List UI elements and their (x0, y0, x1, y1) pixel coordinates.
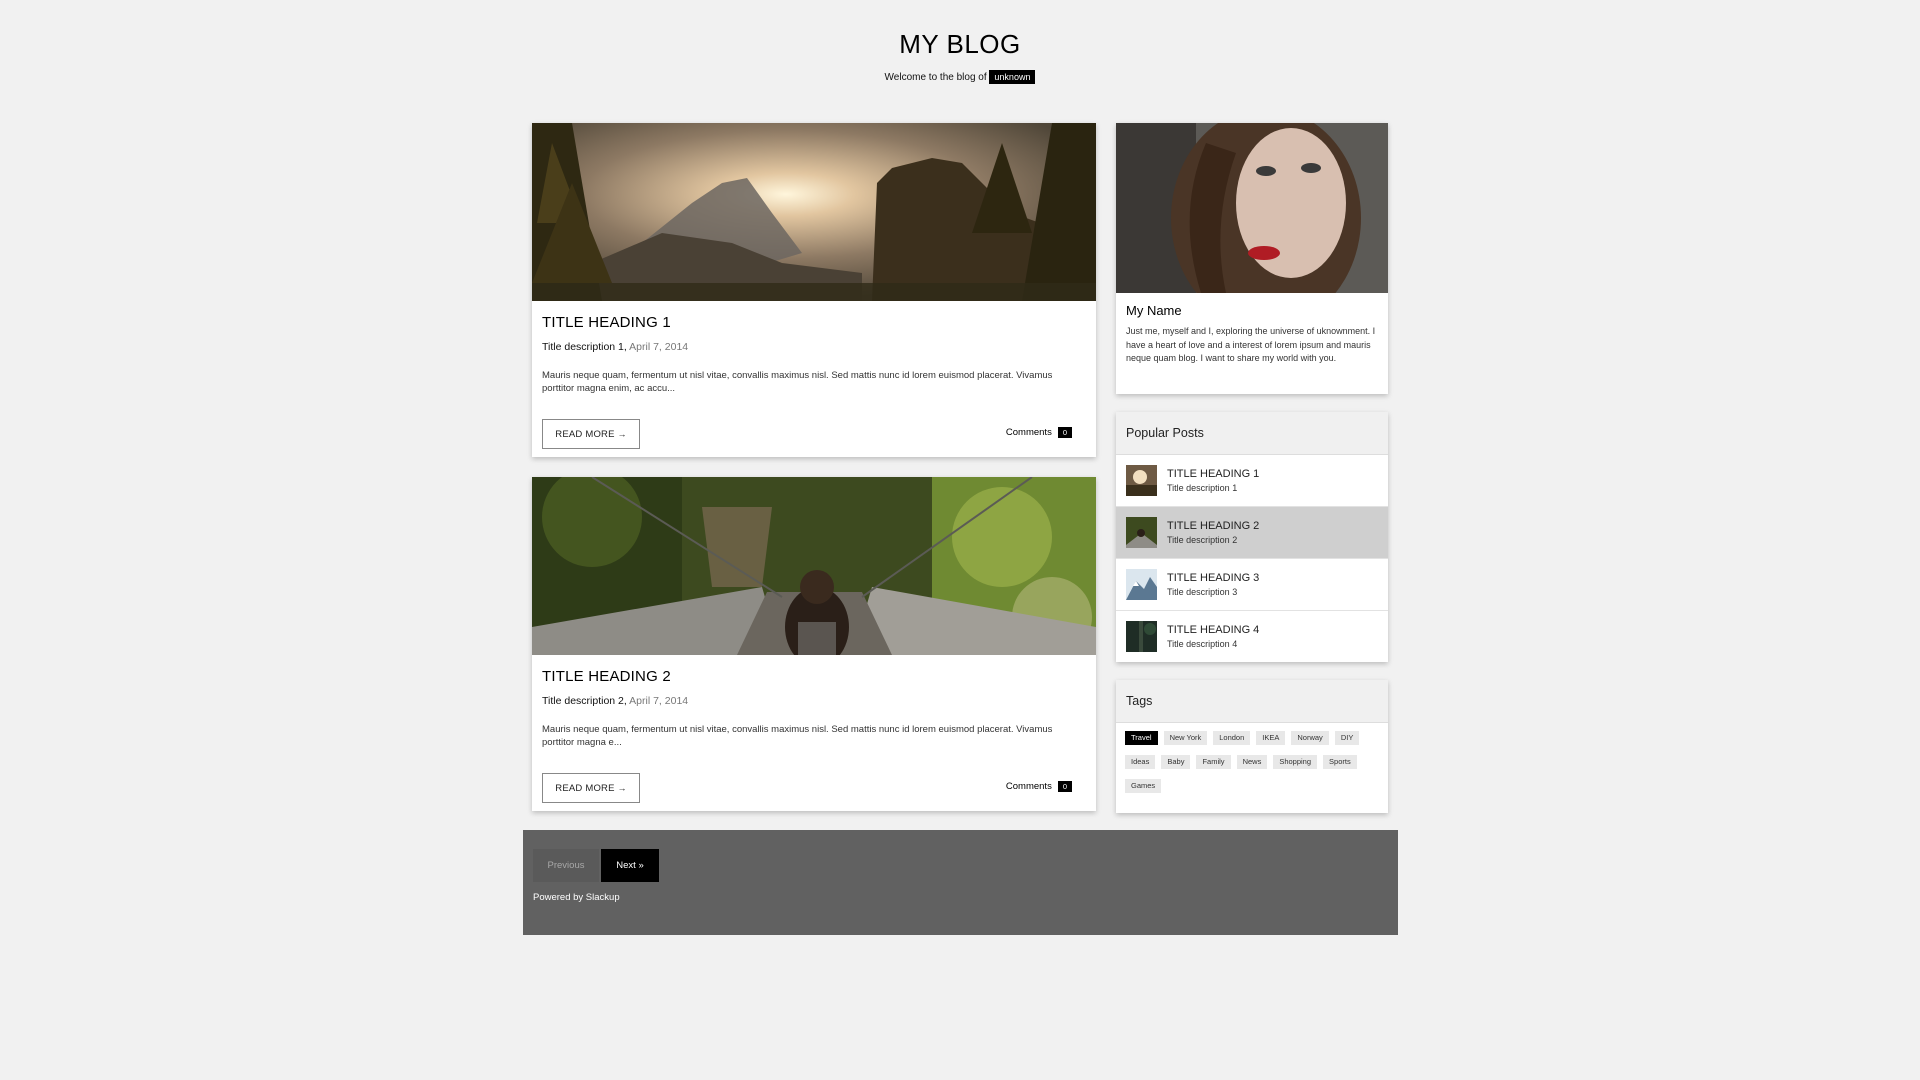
sidebar: My Name Just me, myself and I, exploring… (1116, 123, 1388, 813)
popular-posts-heading: Popular Posts (1116, 412, 1388, 455)
post-excerpt: Mauris neque quam, fermentum ut nisl vit… (542, 370, 1053, 394)
tag-item[interactable]: News (1236, 755, 1268, 769)
popular-post-title: TITLE HEADING 4 (1167, 623, 1260, 636)
popular-post-desc: Title description 3 (1167, 586, 1238, 597)
welcome-line: Welcome to the blog of unknown (0, 70, 1920, 84)
blog-title: MY BLOG (899, 29, 1021, 59)
forest-bridge-image[interactable] (532, 477, 1096, 655)
popular-post-desc: Title description 1 (1167, 482, 1238, 493)
arrow-right-icon: → (617, 782, 627, 793)
tag-item[interactable]: Games (1125, 779, 1162, 793)
popular-thumb-sunset (1126, 465, 1157, 496)
tag-item[interactable]: New York (1163, 731, 1208, 745)
popular-post-desc: Title description 2 (1167, 534, 1238, 545)
post-date: April 7, 2014 (629, 341, 689, 353)
comments-count-badge: 0 (1057, 781, 1072, 792)
tags-heading: Tags (1116, 680, 1388, 723)
tag-item[interactable]: DIY (1334, 731, 1360, 745)
footer: Previous Next » Powered by Slackup (523, 830, 1398, 935)
tags-panel: Tags Travel New York London IKEA Norway … (1116, 680, 1388, 813)
comments-count-badge: 0 (1057, 427, 1072, 438)
pagination: Previous Next » (533, 849, 659, 882)
popular-post-item[interactable]: TITLE HEADING 4 Title description 4 (1116, 611, 1388, 662)
powered-by-text: Powered by Slackup (533, 892, 620, 903)
post-description: Title description 1, (542, 341, 627, 353)
read-more-button[interactable]: READ MORE → (542, 773, 640, 803)
comments-label: Comments (1005, 427, 1052, 438)
read-more-label: READ MORE (555, 428, 615, 440)
post-card: TITLE HEADING 2 Title description 2, Apr… (532, 477, 1096, 811)
post-subtitle: Title description 1, April 7, 2014 (542, 341, 1086, 353)
posts-column: TITLE HEADING 1 Title description 1, Apr… (532, 123, 1096, 831)
tag-list: Travel New York London IKEA Norway DIY I… (1116, 723, 1388, 793)
post-description: Title description 2, (542, 695, 627, 707)
profile-card: My Name Just me, myself and I, exploring… (1116, 123, 1388, 394)
tag-item[interactable]: Family (1196, 755, 1231, 769)
tag-item[interactable]: London (1213, 731, 1251, 745)
mountain-sunset-image[interactable] (532, 123, 1096, 301)
post-title[interactable]: TITLE HEADING 1 (542, 301, 1086, 333)
profile-photo (1116, 123, 1388, 293)
popular-thumb-forest (1126, 621, 1157, 652)
previous-page-button[interactable]: Previous (533, 849, 599, 882)
read-more-label: READ MORE (555, 782, 615, 794)
profile-bio: Just me, myself and I, exploring the uni… (1126, 326, 1376, 363)
post-date: April 7, 2014 (629, 695, 689, 707)
tag-item[interactable]: Shopping (1273, 755, 1318, 769)
tag-item[interactable]: Norway (1291, 731, 1329, 745)
popular-posts-panel: Popular Posts TITLE HEADING 1 Title desc… (1116, 412, 1388, 662)
popular-post-title: TITLE HEADING 1 (1167, 467, 1260, 480)
comments-link[interactable]: Comments 0 (1006, 427, 1072, 438)
post-title[interactable]: TITLE HEADING 2 (542, 655, 1086, 687)
comments-link[interactable]: Comments 0 (1006, 781, 1072, 792)
tag-item[interactable]: Travel (1125, 731, 1158, 745)
popular-thumb-bridge (1126, 517, 1157, 548)
popular-post-title: TITLE HEADING 2 (1167, 519, 1260, 532)
popular-post-desc: Title description 4 (1167, 638, 1238, 649)
post-subtitle: Title description 2, April 7, 2014 (542, 695, 1086, 707)
arrow-right-icon: → (617, 428, 627, 439)
profile-name: My Name (1126, 303, 1182, 318)
popular-post-title: TITLE HEADING 3 (1167, 571, 1260, 584)
popular-post-item[interactable]: TITLE HEADING 1 Title description 1 (1116, 455, 1388, 507)
read-more-button[interactable]: READ MORE → (542, 419, 640, 449)
next-page-button[interactable]: Next » (601, 849, 659, 882)
tag-item[interactable]: Sports (1323, 755, 1357, 769)
popular-post-item[interactable]: TITLE HEADING 3 Title description 3 (1116, 559, 1388, 611)
tag-item[interactable]: IKEA (1256, 731, 1286, 745)
tag-item[interactable]: Ideas (1125, 755, 1156, 769)
popular-thumb-snow-mountain (1126, 569, 1157, 600)
welcome-text: Welcome to the blog of (884, 72, 987, 83)
popular-post-item[interactable]: TITLE HEADING 2 Title description 2 (1116, 507, 1388, 559)
post-excerpt: Mauris neque quam, fermentum ut nisl vit… (542, 724, 1053, 748)
username-badge: unknown (989, 70, 1036, 84)
comments-label: Comments (1005, 781, 1052, 792)
post-card: TITLE HEADING 1 Title description 1, Apr… (532, 123, 1096, 457)
blog-header: MY BLOG Welcome to the blog of unknown (0, 0, 1920, 84)
tag-item[interactable]: Baby (1161, 755, 1191, 769)
